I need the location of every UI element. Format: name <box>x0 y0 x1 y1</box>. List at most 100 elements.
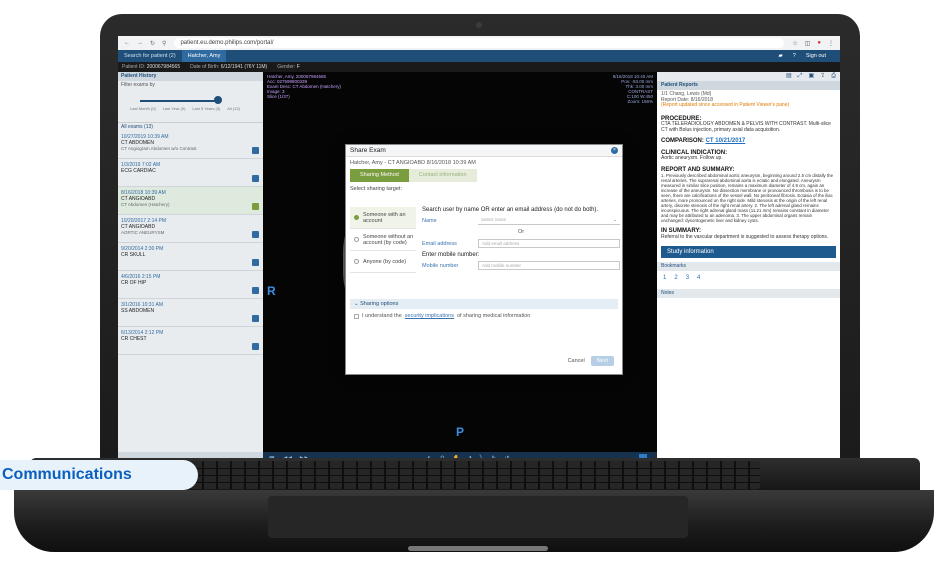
back-icon[interactable]: ← <box>124 40 130 47</box>
slider-label: Last 5 Years (0) <box>192 106 221 111</box>
exam-item[interactable]: 3/1/2016 10:31 AM SS ABDOMEN <box>118 299 263 327</box>
report-warning: (Report updated since accessed in Patien… <box>661 102 790 108</box>
dialog-title: Share Exam × <box>346 145 622 157</box>
exam-desc: AORTIC ANEURYSM <box>121 230 165 235</box>
cancel-button[interactable]: Cancel <box>568 358 585 364</box>
radio-icon[interactable] <box>354 215 359 220</box>
option-with-account[interactable]: Someone with an account <box>350 207 416 229</box>
dicom-overlay-right: 8/16/2018 10:40 AM Pos: -93.00 mm Thk: 3… <box>612 74 653 104</box>
exam-title: CR CHEST <box>121 336 147 342</box>
signout-link[interactable]: Sign out <box>806 53 826 59</box>
exam-item[interactable]: 9/20/2014 2:30 PM CR SKULL <box>118 243 263 271</box>
bookmarks-header[interactable]: Bookmarks <box>657 262 840 271</box>
report-icon[interactable] <box>252 287 259 294</box>
bookmark-item[interactable]: 4 <box>697 275 700 281</box>
comparison-heading: COMPARISON: CT 10/21/2017 <box>661 138 746 144</box>
close-icon[interactable]: × <box>611 147 618 154</box>
exam-desc: CT Angiogram Abdomen w/o Contrast <box>121 146 197 151</box>
compare-icon[interactable]: ▤ <box>786 72 792 81</box>
slider-handle[interactable] <box>214 96 222 104</box>
bookmark-item[interactable]: 3 <box>686 275 689 281</box>
exam-title: CR SKULL <box>121 252 146 258</box>
patient-reports-panel: ▤ ⤢ ▣ ⇪ ⎙ Patient Reports 1/1 Chang, Lew… <box>657 72 840 464</box>
report-icon[interactable] <box>252 175 259 182</box>
exam-item[interactable]: 1/3/2019 7:02 AM ECG CARDIAC <box>118 159 263 187</box>
dialog-subtitle: Hatcher, Amy - CT ANGIOABD 8/16/2018 10:… <box>350 160 476 166</box>
help-icon[interactable]: ? <box>793 53 796 59</box>
security-link[interactable]: security implications <box>405 313 454 319</box>
search-instructions: Search user by name OR enter an email ad… <box>422 207 599 213</box>
print-icon[interactable]: ⎙ <box>831 72 836 81</box>
mobile-label: Mobile number <box>422 262 459 269</box>
name-select[interactable]: Select name ⌄ <box>478 216 620 225</box>
chat-icon[interactable]: ▰ <box>779 53 783 59</box>
radio-icon[interactable] <box>354 237 359 242</box>
slider-track[interactable] <box>140 100 220 102</box>
orientation-marker-posterior: P <box>456 425 465 439</box>
name-label: Name <box>422 217 437 224</box>
save-icon[interactable]: ▣ <box>808 72 814 81</box>
star-icon[interactable]: ☆ <box>792 40 797 47</box>
option-without-account[interactable]: Someone without an account (by code) <box>350 229 416 251</box>
time-filter-slider[interactable]: Last Month (0) Last Year (0) Last 5 Year… <box>118 90 263 122</box>
fullscreen-icon[interactable]: ⤢ <box>798 72 803 81</box>
document-icon[interactable] <box>252 231 259 238</box>
report-meta: 1/1 Chang, Lewis (Md) Report Date: 8/16/… <box>657 90 840 111</box>
menu-icon[interactable]: ⋮ <box>828 40 834 47</box>
dob-value: 6/12/1941 (76Y 11M) <box>220 64 268 70</box>
study-information-button[interactable]: Study information <box>661 246 836 258</box>
step-sharing-method[interactable]: Sharing Method <box>350 169 409 182</box>
exam-title: SS ABDOMEN <box>121 308 155 314</box>
key-row-divider <box>190 475 760 476</box>
notes-header[interactable]: Notes <box>657 289 840 298</box>
report-icon[interactable] <box>252 315 259 322</box>
forward-icon[interactable]: → <box>137 40 143 47</box>
mobile-field[interactable]: Add mobile number <box>478 261 620 270</box>
slider-label: All (13) <box>227 106 240 111</box>
report-icon[interactable] <box>252 147 259 154</box>
target-label: Select sharing target: <box>350 186 402 192</box>
bookmark-list: 1 2 3 4 <box>657 271 840 285</box>
tab-patient[interactable]: Hatcher, Amy <box>181 50 227 62</box>
tab-search-patient[interactable]: Search for patient (2) <box>118 50 182 62</box>
radio-icon[interactable] <box>354 259 359 264</box>
filter-label[interactable]: Filter exams by <box>118 81 263 90</box>
procedure-text: CTA TELERADIOLOGY ABDOMEN & PELVIS WITH … <box>661 121 831 133</box>
chevron-down-icon: ⌄ <box>354 301 359 307</box>
profile-icon[interactable]: ● <box>817 40 821 47</box>
comparison-link[interactable]: CT 10/21/2017 <box>706 138 746 144</box>
consent-row: I understand the security implications o… <box>354 313 530 319</box>
exam-title: CR OF HIP <box>121 280 147 286</box>
share-exam-dialog: Share Exam × Hatcher, Amy - CT ANGIOABD … <box>345 144 623 375</box>
exam-item[interactable]: 4/6/2016 2:15 PM CR OF HIP <box>118 271 263 299</box>
exam-item[interactable]: 10/27/2019 10:39 AM CT ABDOMEN CT Angiog… <box>118 131 263 159</box>
next-button[interactable]: Next <box>590 356 614 366</box>
document-icon[interactable] <box>252 203 259 210</box>
option-anyone[interactable]: Anyone (by code) <box>350 251 416 273</box>
slider-label: Last Year (0) <box>162 106 186 111</box>
email-label: Email address <box>422 240 457 247</box>
exam-item-selected[interactable]: 8/16/2018 10:39 AM CT ANGIOABD CT Abdome… <box>118 187 263 215</box>
exam-item[interactable]: 10/20/2017 2:14 PM CT ANGIOABD AORTIC AN… <box>118 215 263 243</box>
report-toolbar: ▤ ⤢ ▣ ⇪ ⎙ <box>657 72 840 81</box>
email-field[interactable]: Add email address <box>478 239 620 248</box>
dicom-overlay-left: Hatcher, Amy, 200067984565 Acc: 02759980… <box>267 74 341 99</box>
exam-item[interactable]: 6/13/2014 2:12 PM CR CHEST <box>118 327 263 355</box>
site-info-icon[interactable]: ⚲ <box>162 40 166 47</box>
bookmark-item[interactable]: 2 <box>674 275 677 281</box>
reload-icon[interactable]: ↻ <box>150 40 155 47</box>
share-icon[interactable]: ⇪ <box>820 72 825 81</box>
consent-checkbox[interactable] <box>354 313 359 319</box>
extensions-icon[interactable]: ◫ <box>805 40 811 47</box>
all-exams-label[interactable]: All exams (13) <box>118 122 263 131</box>
sharing-options-toggle[interactable]: ⌄ Sharing options <box>350 299 618 309</box>
report-summary-text: 1. Previously described abdominal aortic… <box>661 173 834 223</box>
clinical-text: Aortic aneurysm. Follow up. <box>661 155 723 161</box>
report-icon[interactable] <box>252 259 259 266</box>
step-contact-information[interactable]: Contact information <box>408 169 477 182</box>
address-bar[interactable]: patient.eu.demo.philips.com/portal/ <box>174 38 785 48</box>
browser-toolbar: ← → ↻ ⚲ patient.eu.demo.philips.com/port… <box>118 36 840 50</box>
wizard-steps: Sharing Method Contact information <box>350 169 622 182</box>
bookmark-item[interactable]: 1 <box>663 275 666 281</box>
report-icon[interactable] <box>252 343 259 350</box>
